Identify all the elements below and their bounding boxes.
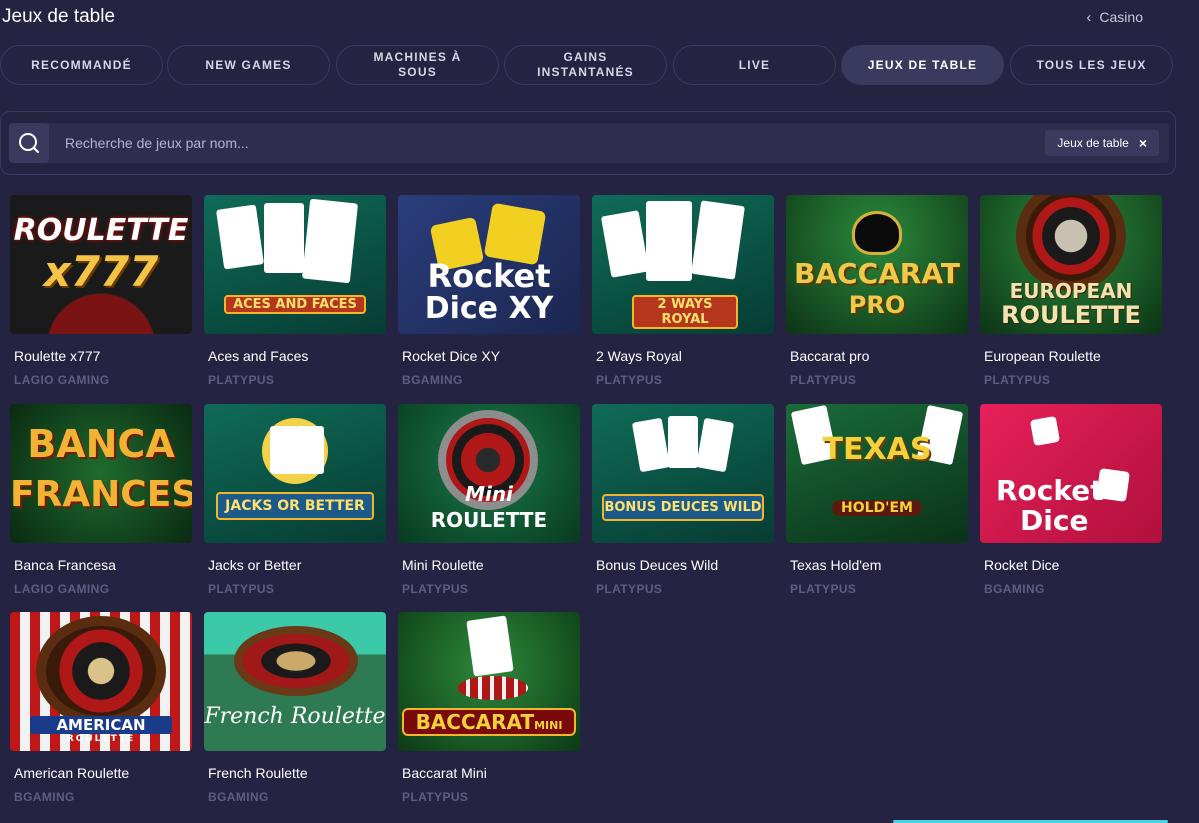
game-card-banca-francesa[interactable]: BANCA FRANCESA Banca Francesa LAGIO GAMI… (10, 404, 192, 596)
game-thumbnail: 2 WAYS ROYAL (592, 195, 774, 334)
game-provider: PLATYPUS (596, 373, 663, 387)
game-name: Rocket Dice (984, 557, 1060, 573)
game-card-baccarat-mini[interactable]: BACCARATMINI Baccarat Mini PLATYPUS (398, 612, 580, 804)
game-thumbnail: French Roulette (204, 612, 386, 751)
filter-chip-label: Jeux de table (1057, 136, 1129, 150)
game-card-mini-roulette[interactable]: Mini ROULETTE Mini Roulette PLATYPUS (398, 404, 580, 596)
search-panel: Jeux de table × (0, 111, 1176, 175)
game-thumbnail: JACKS OR BETTER (204, 404, 386, 543)
game-name: Aces and Faces (208, 348, 309, 364)
game-card-rocket-dice[interactable]: Rocket Dice Rocket Dice BGAMING (980, 404, 1162, 596)
game-provider: PLATYPUS (402, 582, 469, 596)
game-name: American Roulette (14, 765, 130, 781)
game-name: French Roulette (208, 765, 308, 781)
game-name: Texas Hold'em (790, 557, 882, 573)
search-bar: Jeux de table × (9, 123, 1169, 163)
game-thumbnail: BANCA FRANCESA (10, 404, 192, 543)
game-card-french-roulette[interactable]: French Roulette French Roulette BGAMING (204, 612, 386, 804)
close-icon[interactable]: × (1139, 136, 1147, 150)
tab-live[interactable]: LIVE (673, 45, 836, 85)
baccarat-mini-art-main: BACCARAT (415, 710, 535, 734)
game-thumbnail: EUROPEAN ROULETTE (980, 195, 1162, 334)
back-link-label: Casino (1099, 9, 1143, 25)
game-provider: BGAMING (208, 790, 269, 804)
game-name: Mini Roulette (402, 557, 484, 573)
game-provider: PLATYPUS (402, 790, 469, 804)
game-provider: PLATYPUS (596, 582, 663, 596)
game-card-jacks-or-better[interactable]: JACKS OR BETTER Jacks or Better PLATYPUS (204, 404, 386, 596)
page-title: Jeux de table (2, 6, 116, 27)
game-name: Jacks or Better (208, 557, 302, 573)
game-thumbnail: AMERICAN ROULETTE (10, 612, 192, 751)
game-provider: LAGIO GAMING (14, 582, 110, 596)
game-thumbnail: BACCARATMINI (398, 612, 580, 751)
game-thumbnail: BACCARAT PRO (786, 195, 968, 334)
game-card-american-roulette[interactable]: AMERICAN ROULETTE American Roulette BGAM… (10, 612, 192, 804)
filter-chip-jeux-de-table[interactable]: Jeux de table × (1045, 130, 1159, 156)
game-card-bonus-deuces-wild[interactable]: BONUS DEUCES WILD Bonus Deuces Wild PLAT… (592, 404, 774, 596)
game-provider: BGAMING (14, 790, 75, 804)
game-card-european-roulette[interactable]: EUROPEAN ROULETTE European Roulette PLAT… (980, 195, 1162, 387)
baccarat-mini-art-sub: MINI (534, 719, 563, 732)
game-card-aces-and-faces[interactable]: ACES AND FACES Aces and Faces PLATYPUS (204, 195, 386, 387)
game-provider: BGAMING (984, 582, 1045, 596)
game-thumbnail: Mini ROULETTE (398, 404, 580, 543)
search-button[interactable] (9, 123, 49, 163)
game-provider: PLATYPUS (984, 373, 1051, 387)
search-input[interactable] (65, 123, 965, 163)
game-name: Baccarat Mini (402, 765, 487, 781)
game-card-texas-holdem[interactable]: TEXAS HOLD'EM Texas Hold'em PLATYPUS (786, 404, 968, 596)
game-name: Baccarat pro (790, 348, 870, 364)
tab-new-games[interactable]: NEW GAMES (167, 45, 330, 85)
back-to-casino-link[interactable]: ‹ Casino (1086, 9, 1143, 25)
game-card-roulette-x777[interactable]: ROULETTE x777 Roulette x777 LAGIO GAMING (10, 195, 192, 387)
game-thumbnail: Rocket Dice (980, 404, 1162, 543)
tab-gains-instantanes[interactable]: GAINS INSTANTANÉS (504, 45, 667, 85)
game-card-2-ways-royal[interactable]: 2 WAYS ROYAL 2 Ways Royal PLATYPUS (592, 195, 774, 387)
game-thumbnail: BONUS DEUCES WILD (592, 404, 774, 543)
game-provider: PLATYPUS (208, 373, 275, 387)
game-card-baccarat-pro[interactable]: BACCARAT PRO Baccarat pro PLATYPUS (786, 195, 968, 387)
game-provider: PLATYPUS (790, 582, 857, 596)
game-thumbnail: ACES AND FACES (204, 195, 386, 334)
chevron-left-icon: ‹ (1086, 8, 1092, 26)
game-provider: PLATYPUS (208, 582, 275, 596)
tab-tous-les-jeux[interactable]: TOUS LES JEUX (1010, 45, 1173, 85)
game-name: Bonus Deuces Wild (596, 557, 719, 573)
game-thumbnail: TEXAS HOLD'EM (786, 404, 968, 543)
game-thumbnail: ROULETTE x777 (10, 195, 192, 334)
game-provider: PLATYPUS (790, 373, 857, 387)
category-tabs: RECOMMANDÉ NEW GAMES MACHINES À SOUS GAI… (0, 45, 1175, 85)
game-name: European Roulette (984, 348, 1101, 364)
game-provider: BGAMING (402, 373, 463, 387)
game-name: Rocket Dice XY (402, 348, 501, 364)
game-name: Banca Francesa (14, 557, 116, 573)
game-card-rocket-dice-xy[interactable]: Rocket Dice XY Rocket Dice XY BGAMING (398, 195, 580, 387)
game-name: 2 Ways Royal (596, 348, 682, 364)
game-thumbnail: Rocket Dice XY (398, 195, 580, 334)
tab-machines-a-sous[interactable]: MACHINES À SOUS (336, 45, 499, 85)
game-name: Roulette x777 (14, 348, 101, 364)
tab-jeux-de-table[interactable]: JEUX DE TABLE (841, 45, 1004, 85)
search-icon (19, 133, 39, 153)
game-provider: LAGIO GAMING (14, 373, 110, 387)
tab-recommande[interactable]: RECOMMANDÉ (0, 45, 163, 85)
